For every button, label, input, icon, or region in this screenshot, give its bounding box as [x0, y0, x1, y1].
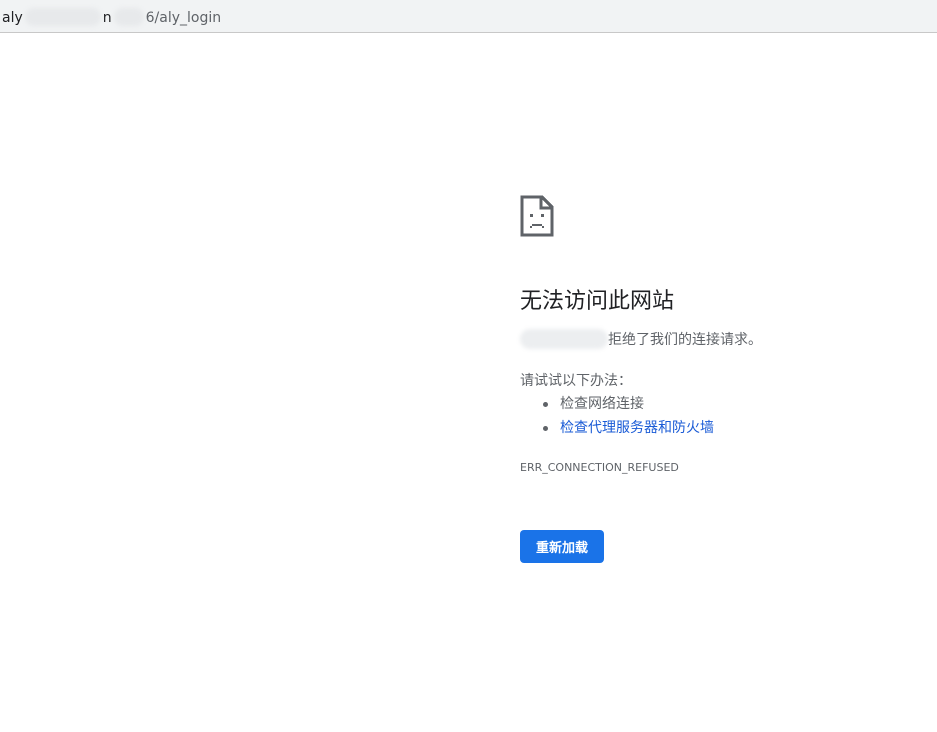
url-host-mid: n	[102, 10, 112, 26]
suggestion-item-check-network: 检查网络连接	[543, 394, 714, 418]
url-host-prefix: aly	[2, 10, 23, 26]
error-title: 无法访问此网站	[520, 289, 675, 314]
redacted-url-segment	[24, 8, 101, 26]
sad-page-icon	[520, 195, 554, 237]
check-proxy-firewall-link[interactable]: 检查代理服务器和防火墙	[560, 420, 714, 436]
redacted-host	[520, 329, 608, 349]
suggestion-list: 检查网络连接 检查代理服务器和防火墙	[543, 394, 714, 442]
reload-button[interactable]: 重新加载	[520, 530, 604, 563]
suggestion-label: 检查网络连接	[560, 396, 644, 412]
redacted-url-segment	[113, 8, 144, 26]
url-path: 6/aly_login	[145, 10, 222, 26]
error-description-text: 拒绝了我们的连接请求。	[608, 332, 762, 348]
error-description: 拒绝了我们的连接请求。	[520, 329, 762, 349]
suggestion-item-check-proxy[interactable]: 检查代理服务器和防火墙	[543, 418, 714, 442]
address-bar[interactable]: aly n 6/aly_login	[0, 0, 937, 33]
suggestion-heading: 请试试以下办法：	[520, 373, 632, 389]
url-text[interactable]: aly n 6/aly_login	[2, 8, 221, 27]
error-code: ERR_CONNECTION_REFUSED	[520, 461, 679, 474]
